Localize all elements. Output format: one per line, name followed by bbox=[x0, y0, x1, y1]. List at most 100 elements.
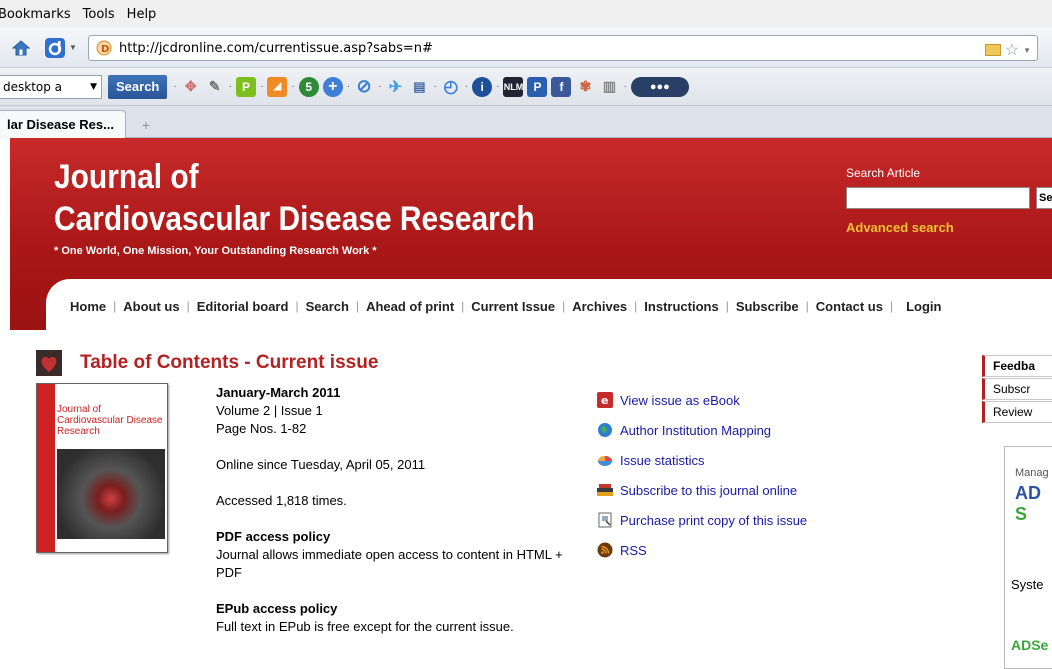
tab-active[interactable]: lar Disease Res... bbox=[0, 110, 126, 138]
link-rss-label[interactable]: RSS bbox=[620, 543, 647, 558]
separator: · bbox=[228, 81, 233, 92]
right-sidebar: Feedba Subscr Review bbox=[982, 355, 1052, 424]
toolbar-icons: · ✥ ✎ · P · ◢ · 5 + · ⊘ · ✈ ▤ · ◴ · i · … bbox=[173, 76, 689, 97]
nav-home[interactable]: Home bbox=[70, 299, 106, 314]
link-subscribe-online-label[interactable]: Subscribe to this journal online bbox=[620, 483, 797, 498]
feed-icon[interactable]: ◢ bbox=[267, 76, 288, 97]
search-select-value: desktop a bbox=[3, 79, 63, 94]
nav-ahead-of-print[interactable]: Ahead of print bbox=[366, 299, 454, 314]
nav-archives[interactable]: Archives bbox=[572, 299, 627, 314]
issue-info: January-March 2011 Volume 2 | Issue 1 Pa… bbox=[216, 384, 576, 636]
toc-heading: Table of Contents - Current issue bbox=[36, 350, 378, 376]
butterfly-icon[interactable]: ✾ bbox=[575, 77, 595, 97]
nav-instructions[interactable]: Instructions bbox=[644, 299, 718, 314]
advertisement-banner[interactable]: Manag AD S Syste ADSe bbox=[1004, 446, 1052, 669]
chevron-down-icon[interactable]: ▼ bbox=[69, 43, 77, 52]
address-bar[interactable]: D http://jcdronline.com/currentissue.asp… bbox=[88, 35, 1038, 61]
p-icon[interactable]: P bbox=[236, 76, 257, 97]
journal-title-line1[interactable]: Journal of bbox=[54, 158, 199, 197]
nav-about-us[interactable]: About us bbox=[123, 299, 179, 314]
ad-line1: Manag bbox=[1015, 467, 1049, 479]
ebook-icon: e bbox=[596, 391, 614, 409]
main-navigation: Home | About us | Editorial board | Sear… bbox=[46, 279, 1052, 330]
link-ebook[interactable]: e View issue as eBook bbox=[596, 385, 807, 415]
link-ebook-label[interactable]: View issue as eBook bbox=[620, 393, 740, 408]
link-issue-statistics-label[interactable]: Issue statistics bbox=[620, 453, 705, 468]
info-icon[interactable]: i bbox=[472, 76, 493, 97]
block-icon[interactable]: ⊘ bbox=[354, 76, 374, 97]
nav-separator: | bbox=[355, 299, 360, 313]
building-icon[interactable]: ▥ bbox=[599, 77, 619, 97]
globe-icon bbox=[596, 421, 614, 439]
nav-subscribe[interactable]: Subscribe bbox=[736, 299, 799, 314]
journal-title-line2[interactable]: Cardiovascular Disease Research bbox=[54, 200, 535, 239]
number-5-icon[interactable]: 5 bbox=[298, 76, 319, 97]
svg-text:e: e bbox=[601, 394, 608, 407]
link-subscribe-online[interactable]: Subscribe to this journal online bbox=[596, 475, 807, 505]
addon-toolbar: desktop a ▼ Search · ✥ ✎ · P · ◢ · 5 + ·… bbox=[0, 68, 1052, 106]
site-header: Journal of Cardiovascular Disease Resear… bbox=[10, 138, 1052, 330]
link-purchase-print-label[interactable]: Purchase print copy of this issue bbox=[620, 513, 807, 528]
plus-icon[interactable]: + bbox=[322, 76, 343, 97]
link-author-mapping[interactable]: Author Institution Mapping bbox=[596, 415, 807, 445]
facebook-icon[interactable]: f bbox=[551, 76, 572, 97]
svg-text:D: D bbox=[101, 44, 109, 55]
d-menu-icon[interactable] bbox=[42, 35, 68, 61]
toolbar-search-button[interactable]: Search bbox=[108, 74, 168, 99]
menu-help[interactable]: Help bbox=[121, 7, 163, 22]
nav-login[interactable]: Login bbox=[906, 299, 941, 314]
nav-separator: | bbox=[634, 299, 638, 313]
nav-separator: | bbox=[562, 299, 566, 313]
pdf-policy-heading: PDF access policy bbox=[216, 529, 331, 544]
url-text[interactable]: http://jcdronline.com/currentissue.asp?s… bbox=[119, 41, 433, 56]
nav-editorial-board[interactable]: Editorial board bbox=[197, 299, 289, 314]
search-article-label: Search Article bbox=[846, 166, 921, 180]
nav-current-issue[interactable]: Current Issue bbox=[471, 299, 555, 314]
star-icon[interactable]: ☆ bbox=[1005, 40, 1019, 60]
advanced-search-link[interactable]: Advanced search bbox=[846, 220, 954, 235]
print-icon bbox=[596, 511, 614, 529]
p-blue-icon[interactable]: P bbox=[527, 76, 548, 97]
link-rss[interactable]: RSS bbox=[596, 535, 807, 565]
search-article-input[interactable] bbox=[846, 187, 1030, 209]
journal-cover-image[interactable]: Journal of Cardiovascular Disease Resear… bbox=[36, 383, 168, 553]
cover-heart-illustration bbox=[57, 449, 165, 539]
highlighter-icon[interactable]: ✎ bbox=[205, 77, 225, 97]
search-article-button[interactable]: Se bbox=[1036, 187, 1052, 209]
separator: · bbox=[464, 81, 469, 92]
separator: · bbox=[346, 81, 351, 92]
link-issue-statistics[interactable]: Issue statistics bbox=[596, 445, 807, 475]
home-icon[interactable] bbox=[8, 35, 34, 61]
separator: · bbox=[433, 81, 437, 92]
search-engine-select[interactable]: desktop a ▼ bbox=[0, 74, 102, 99]
issue-period: January-March 2011 bbox=[216, 385, 341, 400]
move-icon[interactable]: ✥ bbox=[181, 77, 201, 97]
link-purchase-print[interactable]: Purchase print copy of this issue bbox=[596, 505, 807, 535]
sidebar-item-subscribe[interactable]: Subscr bbox=[982, 378, 1052, 400]
menu-tools[interactable]: Tools bbox=[77, 7, 121, 22]
site-favicon-icon: D bbox=[95, 39, 113, 57]
chevron-down-icon[interactable]: ▼ bbox=[1023, 46, 1031, 55]
chart-icon[interactable]: ▤ bbox=[409, 77, 429, 97]
epub-policy-text: Full text in EPub is free except for the… bbox=[216, 619, 514, 634]
bookmark-folder-icon[interactable] bbox=[984, 44, 1001, 56]
nav-search[interactable]: Search bbox=[306, 299, 349, 314]
separator: · bbox=[496, 81, 500, 92]
nlm-icon[interactable]: NLM bbox=[503, 76, 524, 97]
tab-bar: lar Disease Res... + bbox=[0, 106, 1052, 138]
nav-separator: | bbox=[725, 299, 729, 313]
subscribe-icon bbox=[596, 481, 614, 499]
menu-bookmarks[interactable]: Bookmarks bbox=[0, 7, 77, 22]
nav-contact-us[interactable]: Contact us bbox=[816, 299, 883, 314]
ad-line4: ADSe bbox=[1011, 637, 1049, 653]
sidebar-item-feedback[interactable]: Feedba bbox=[982, 355, 1052, 377]
issue-pages: Page Nos. 1-82 bbox=[216, 421, 307, 436]
link-author-mapping-label[interactable]: Author Institution Mapping bbox=[620, 423, 771, 438]
new-tab-icon[interactable]: + bbox=[132, 114, 160, 136]
clock-icon[interactable]: ◴ bbox=[441, 77, 461, 97]
sidebar-item-review[interactable]: Review bbox=[982, 401, 1052, 423]
bird-icon[interactable]: ✈ bbox=[385, 77, 405, 97]
epub-policy-heading: EPub access policy bbox=[216, 601, 338, 616]
media-controls-icon[interactable]: ●●● bbox=[630, 76, 689, 97]
nav-separator: | bbox=[295, 299, 299, 313]
